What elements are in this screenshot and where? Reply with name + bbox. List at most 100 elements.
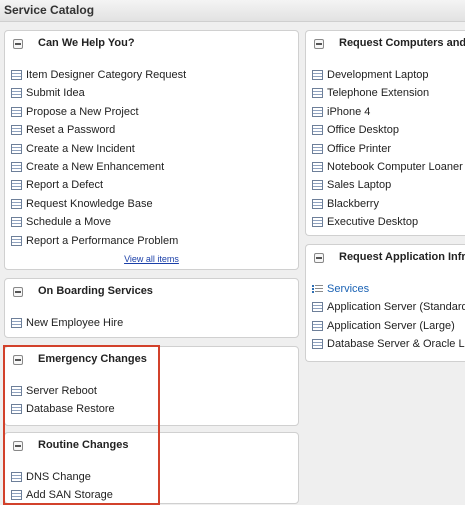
catalog-item-icon (11, 70, 22, 80)
catalog-item[interactable]: Item Designer Category Request (11, 67, 298, 85)
panel-title: Routine Changes (38, 439, 129, 451)
catalog-item-label: Request Knowledge Base (26, 197, 153, 210)
catalog-item-icon (11, 217, 22, 228)
catalog-item[interactable]: Application Server (Standard) (312, 299, 465, 317)
catalog-item-label: Office Desktop (327, 124, 399, 137)
catalog-item-label: Office Printer (327, 142, 391, 155)
catalog-item-icon (312, 161, 323, 172)
catalog-item-icon (11, 180, 22, 191)
panel-header: Emergency Changes (5, 347, 298, 375)
catalog-item-label: Application Server (Standard) (327, 301, 465, 314)
category-link-label: Services (327, 283, 370, 295)
catalog-item-label: Development Laptop (327, 69, 429, 81)
catalog-item-label: Add SAN Storage (26, 489, 113, 502)
catalog-item[interactable]: Development Laptop (312, 67, 465, 85)
catalog-item-label: Item Designer Category Request (26, 69, 187, 81)
catalog-item-label: Blackberry (327, 197, 379, 210)
catalog-item[interactable]: Blackberry (312, 196, 465, 214)
catalog-item-icon (312, 217, 323, 228)
catalog-item-label: Sales Laptop (327, 179, 392, 192)
catalog-item-icon (11, 106, 22, 117)
catalog-item[interactable]: Sales Laptop (312, 177, 465, 195)
catalog-item-icon (11, 161, 22, 172)
panel-can-we-help: Can We Help You? Item Designer Category … (4, 30, 299, 270)
panel-emergency-changes: Emergency Changes Server Reboot Database… (4, 346, 299, 426)
catalog-item-icon (312, 143, 323, 154)
panel-title: Request Computers and H (339, 37, 465, 49)
panel-header: Request Computers and H (306, 31, 465, 59)
catalog-item-icon (11, 404, 22, 415)
catalog-item-label: New Employee Hire (26, 317, 124, 329)
catalog-item[interactable]: Database Server & Oracle Lic (312, 336, 465, 354)
panel-header: Can We Help You? (5, 31, 298, 59)
catalog-item-list: Development Laptop Telephone Extension i… (312, 67, 465, 233)
catalog-item-label: iPhone 4 (327, 105, 371, 118)
panel-on-boarding: On Boarding Services New Employee Hire (4, 278, 299, 338)
panel-request-application-infrastructure: Request Application Infras Services Appl… (305, 244, 465, 362)
window-title-bar: Service Catalog (0, 0, 465, 22)
catalog-item-label: Database Server & Oracle Lic (327, 338, 465, 351)
catalog-item[interactable]: Reset a Password (11, 122, 298, 140)
services-category-link[interactable]: Services (312, 281, 465, 299)
catalog-item-icon (312, 302, 323, 313)
catalog-item[interactable]: Database Restore (11, 401, 298, 419)
catalog-item-icon (11, 318, 22, 328)
catalog-item[interactable]: Schedule a Move (11, 214, 298, 232)
catalog-item[interactable]: Create a New Enhancement (11, 159, 298, 177)
catalog-item-icon (312, 339, 323, 350)
catalog-item[interactable]: Notebook Computer Loaner (312, 159, 465, 177)
panel-title: Can We Help You? (38, 37, 135, 49)
catalog-item[interactable]: Create a New Incident (11, 141, 298, 159)
panel-title: Emergency Changes (38, 353, 147, 365)
view-all-items-link[interactable]: View all items (5, 254, 298, 264)
catalog-item[interactable]: Office Desktop (312, 122, 465, 140)
catalog-item[interactable]: Report a Performance Problem (11, 233, 298, 251)
catalog-item-icon (11, 88, 22, 99)
catalog-item[interactable]: Executive Desktop (312, 214, 465, 232)
catalog-item[interactable]: Report a Defect (11, 177, 298, 195)
catalog-item-icon (312, 106, 323, 117)
catalog-item[interactable]: Application Server (Large) (312, 318, 465, 336)
catalog-item[interactable]: Telephone Extension (312, 85, 465, 103)
catalog-item-icon (11, 386, 22, 396)
catalog-item-label: DNS Change (26, 471, 91, 483)
panel-header: Request Application Infras (306, 245, 465, 273)
collapse-icon[interactable] (314, 253, 324, 263)
catalog-item-icon (312, 70, 323, 80)
catalog-item-label: Propose a New Project (26, 105, 139, 118)
catalog-item[interactable]: Submit Idea (11, 85, 298, 103)
panel-header: Routine Changes (5, 433, 298, 461)
catalog-item[interactable]: Office Printer (312, 141, 465, 159)
panel-title: Request Application Infras (339, 251, 465, 263)
panel-routine-changes: Routine Changes DNS Change Add SAN Stora… (4, 432, 299, 504)
collapse-icon[interactable] (13, 287, 23, 297)
catalog-item[interactable]: DNS Change (11, 469, 298, 487)
catalog-item[interactable]: iPhone 4 (312, 104, 465, 122)
catalog-item-icon (11, 143, 22, 154)
catalog-item[interactable]: Propose a New Project (11, 104, 298, 122)
catalog-item[interactable]: Request Knowledge Base (11, 196, 298, 214)
catalog-item-label: Database Restore (26, 403, 115, 416)
catalog-item[interactable]: Server Reboot (11, 383, 298, 401)
collapse-icon[interactable] (13, 39, 23, 49)
catalog-item-list: New Employee Hire (11, 315, 298, 333)
catalog-item[interactable]: New Employee Hire (11, 315, 298, 333)
catalog-item-label: Server Reboot (26, 385, 97, 397)
panel-title: On Boarding Services (38, 285, 153, 297)
collapse-icon[interactable] (314, 39, 324, 49)
catalog-item-icon (312, 88, 323, 99)
catalog-item-label: Create a New Incident (26, 142, 135, 155)
catalog-item-label: Application Server (Large) (327, 319, 455, 332)
catalog-item-icon (312, 125, 323, 136)
catalog-item-icon (312, 180, 323, 191)
window-title: Service Catalog (4, 3, 95, 17)
catalog-item[interactable]: Add SAN Storage (11, 487, 298, 503)
catalog-item-icon (11, 125, 22, 136)
catalog-item-icon (312, 198, 323, 209)
catalog-item-label: Report a Performance Problem (26, 234, 179, 247)
catalog-item-list: Server Reboot Database Restore (11, 383, 298, 420)
catalog-item-label: Executive Desktop (327, 216, 419, 229)
collapse-icon[interactable] (13, 355, 23, 365)
catalog-item-label: Create a New Enhancement (26, 160, 165, 173)
collapse-icon[interactable] (13, 441, 23, 451)
